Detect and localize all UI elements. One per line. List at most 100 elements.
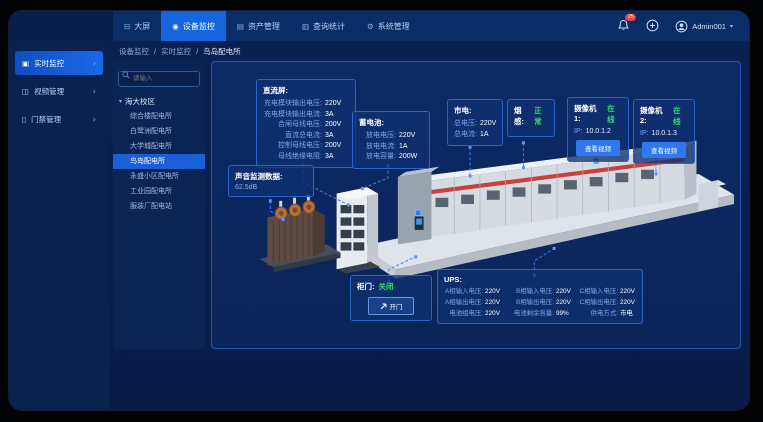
username: Admin001 xyxy=(692,22,726,31)
card-title: 直流屏: xyxy=(263,85,349,96)
tree-item-substation[interactable]: 综合楼配电所 xyxy=(118,109,200,124)
notification-badge: 25 xyxy=(625,14,636,21)
tab-query-statistics[interactable]: ▥ 查询统计 xyxy=(291,11,356,41)
status-badge: 在线 xyxy=(607,103,622,125)
tree-expander-icon: ▾ xyxy=(119,98,122,105)
sidebar-item-label: 视频管理 xyxy=(34,86,64,97)
breadcrumb-item[interactable]: 实时监控 xyxy=(161,46,191,57)
tree-root-node[interactable]: ▾ 海大校区 xyxy=(119,96,200,107)
field-label: A相输入电压: xyxy=(444,287,483,296)
field-value: 3A xyxy=(325,110,349,121)
card-title: 柜门: xyxy=(357,281,375,292)
chevron-down-icon: ▾ xyxy=(730,23,733,30)
noise-monitor-card: 声音监测数据: 62.5dB xyxy=(228,165,314,197)
ip-value: 10.0.1.2 xyxy=(586,128,611,135)
noise-value: 62.5dB xyxy=(235,184,307,191)
breadcrumb-item[interactable]: 设备监控 xyxy=(119,46,149,57)
field-label: 放电电压: xyxy=(359,131,396,142)
fullscreen-icon[interactable] xyxy=(646,19,660,33)
tab-label: 设备监控 xyxy=(183,21,215,32)
open-door-button[interactable]: 开门 xyxy=(368,297,414,315)
tree-item-substation[interactable]: 白鹭洲配电所 xyxy=(118,124,200,139)
field-value: 220V xyxy=(325,99,349,110)
chevron-right-icon: › xyxy=(93,115,96,124)
view-video-button[interactable]: 查看视频 xyxy=(576,140,620,156)
open-door-label: 开门 xyxy=(390,301,403,311)
camera1-card: 摄像机1: 在线 IP: 10.0.1.2 查看视频 xyxy=(567,97,629,162)
sidebar-item-access-control[interactable]: ▯ 门禁管理 › xyxy=(15,107,103,131)
status-badge: 在线 xyxy=(673,105,688,127)
ip-value: 10.0.1.3 xyxy=(652,130,677,137)
status-badge: 关闭 xyxy=(379,281,394,292)
ip-label: IP: xyxy=(640,130,649,137)
card-title: 市电: xyxy=(454,105,496,116)
card-title: 声音监测数据: xyxy=(235,171,307,182)
tree-item-substation[interactable]: 服装厂配电站 xyxy=(118,199,200,214)
field-label: 放电电流: xyxy=(359,142,396,153)
tree-item-substation[interactable]: 工业园配电所 xyxy=(118,184,200,199)
field-value: 220V xyxy=(485,298,501,307)
field-value: 220V xyxy=(620,287,636,296)
card-title: 烟感: xyxy=(514,105,530,127)
tree-root-label: 海大校区 xyxy=(125,96,155,107)
field-value: 3A xyxy=(325,131,349,142)
field-value: 220V xyxy=(399,131,423,142)
field-label: 电池剩余容量: xyxy=(508,309,554,318)
statistics-icon: ▥ xyxy=(302,22,309,31)
tab-label: 系统管理 xyxy=(378,21,410,32)
field-value: 200W xyxy=(399,152,423,163)
left-sidebar: ▣ 实时监控 › ◫ 视频管理 › ▯ 门禁管理 › xyxy=(9,41,109,410)
field-value: 3A xyxy=(325,152,349,163)
field-label: 供电方式: xyxy=(579,309,618,318)
tab-label: 大屏 xyxy=(134,21,150,32)
monitor-stage-panel: 直流屏: 充电模块输出电压:220V 充电模块输出电流:3A 合闸母线电压:20… xyxy=(211,61,741,349)
breadcrumb-separator: / xyxy=(196,47,198,56)
tab-label: 资产管理 xyxy=(248,21,280,32)
cabinet-door-card: 柜门: 关闭 开门 xyxy=(350,275,432,321)
field-value: 220V xyxy=(620,298,636,307)
field-value: 220V xyxy=(485,287,501,296)
sidebar-item-realtime-monitoring[interactable]: ▣ 实时监控 › xyxy=(15,51,103,75)
card-title: UPS: xyxy=(444,275,636,284)
field-label: 电池组电压: xyxy=(444,309,483,318)
tree-item-substation-selected[interactable]: 鸟岛配电所 xyxy=(113,154,205,169)
tree-item-substation[interactable]: 大学城配电所 xyxy=(118,139,200,154)
field-label: B相输出电压: xyxy=(508,298,554,307)
tab-device-monitoring[interactable]: ◉ 设备监控 xyxy=(161,11,226,41)
field-value: 200V xyxy=(325,120,349,131)
field-value: 220V xyxy=(556,298,572,307)
asset-icon: ▤ xyxy=(237,22,244,31)
realtime-monitor-icon: ▣ xyxy=(22,59,29,68)
view-video-button[interactable]: 查看视频 xyxy=(642,142,686,158)
breadcrumb: 设备监控 / 实时监控 / 鸟岛配电所 xyxy=(109,41,749,61)
user-menu[interactable]: Admin001 ▾ xyxy=(675,20,733,33)
tab-system-management[interactable]: ⚙ 系统管理 xyxy=(356,11,421,41)
field-value: 市电 xyxy=(620,309,636,318)
notification-bell-icon[interactable]: 25 xyxy=(617,19,631,33)
substation-tree-panel: ▾ 海大校区 综合楼配电所 白鹭洲配电所 大学城配电所 鸟岛配电所 永盛小区配电… xyxy=(113,61,205,349)
sidebar-item-video-management[interactable]: ◫ 视频管理 › xyxy=(15,79,103,103)
breadcrumb-separator: / xyxy=(154,47,156,56)
field-value: 220V xyxy=(485,309,501,318)
field-label: 总电压: xyxy=(454,119,477,130)
field-label: 放电容量: xyxy=(359,152,396,163)
tab-asset-management[interactable]: ▤ 资产管理 xyxy=(226,11,291,41)
field-label: 充电模块输出电压: xyxy=(263,99,322,110)
field-value: 1A xyxy=(480,130,504,141)
top-navbar: ⊟ 大屏 ◉ 设备监控 ▤ 资产管理 ▥ 查询统计 ⚙ 系统管理 25 xyxy=(9,11,749,41)
field-label: 总电流: xyxy=(454,130,477,141)
field-value: 200V xyxy=(325,141,349,152)
breadcrumb-item-current[interactable]: 鸟岛配电所 xyxy=(203,46,241,57)
search-icon xyxy=(122,71,130,79)
gear-icon: ⚙ xyxy=(367,22,374,31)
tree-item-substation[interactable]: 永盛小区配电所 xyxy=(118,169,200,184)
field-label: B相输入电压: xyxy=(508,287,554,296)
tree-search-input[interactable] xyxy=(118,71,200,87)
chevron-right-icon: › xyxy=(93,87,96,96)
card-title: 蓄电池: xyxy=(359,117,423,128)
tab-bigscreen[interactable]: ⊟ 大屏 xyxy=(113,11,161,41)
smoke-sensor-card: 烟感: 正常 xyxy=(507,99,555,137)
ups-card: UPS: A相输入电压:220V B相输入电压:220V C相输入电压:220V… xyxy=(437,269,643,324)
field-label: 控制母线电压: xyxy=(263,141,322,152)
avatar xyxy=(675,20,688,33)
